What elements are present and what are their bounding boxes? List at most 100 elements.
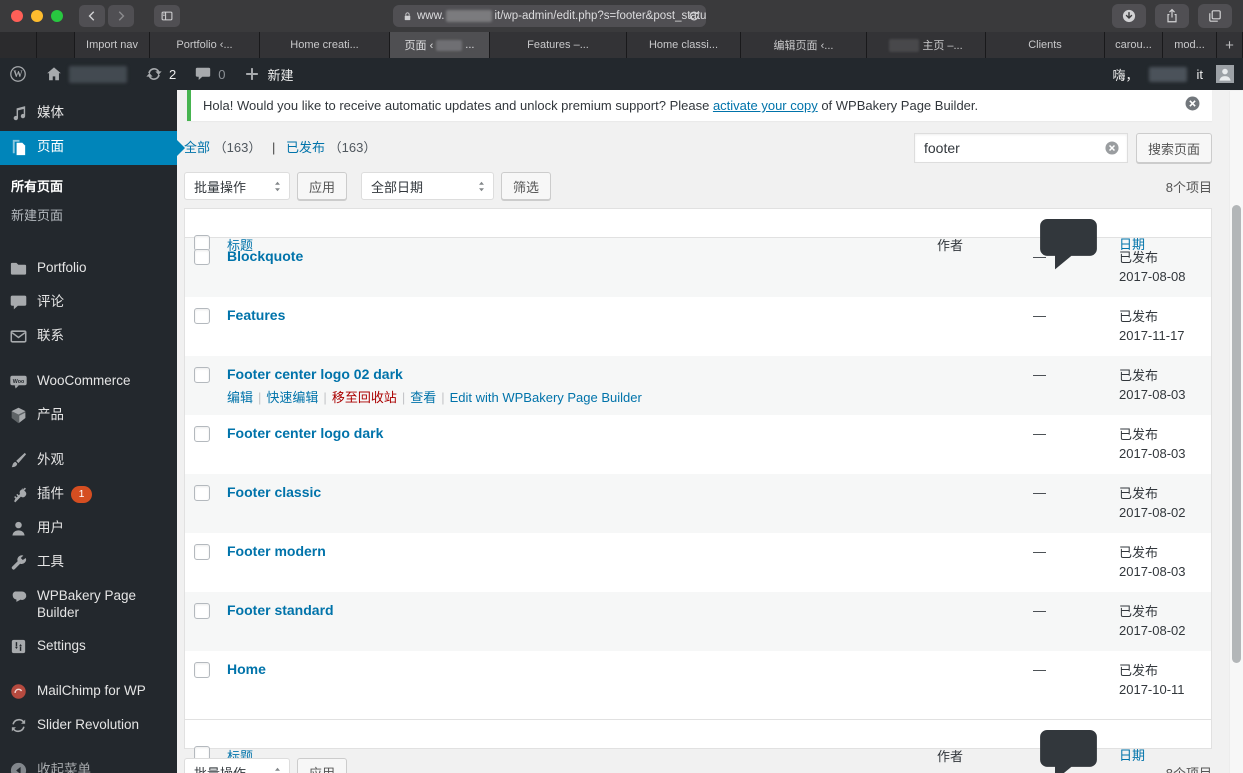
row-checkbox-cell <box>185 238 218 297</box>
share-button[interactable] <box>1155 4 1189 28</box>
minimize-window-button[interactable] <box>31 10 43 22</box>
browser-tab[interactable]: mod... <box>1163 32 1217 58</box>
date-filter-select[interactable]: 全部日期 <box>361 172 495 200</box>
sidebar-item-slider-revolution[interactable]: Slider Revolution <box>0 709 177 743</box>
sidebar-subitem[interactable]: 所有页面 <box>11 171 177 200</box>
zoom-window-button[interactable] <box>51 10 63 22</box>
browser-tab[interactable]: 页面 ‹... <box>390 32 490 58</box>
bulk-actions-select[interactable]: 批量操作 <box>184 172 290 200</box>
row-checkbox[interactable] <box>194 662 210 678</box>
row-checkbox[interactable] <box>194 249 210 265</box>
browser-tab[interactable]: Import nav <box>75 32 150 58</box>
browser-tab[interactable]: Features –... <box>490 32 627 58</box>
slider-rev-icon <box>9 716 28 735</box>
clear-search-icon[interactable] <box>1104 140 1120 156</box>
sidebar-item-wpbakery[interactable]: WPBakery Page Builder <box>0 580 177 630</box>
publish-status: 已发布 <box>1119 368 1159 383</box>
envelope-icon <box>9 327 28 346</box>
sidebar-item-users[interactable]: 用户 <box>0 512 177 546</box>
browser-tab[interactable]: Home creati... <box>260 32 390 58</box>
filter-published-link[interactable]: 已发布 <box>286 140 325 155</box>
sidebar-item-tools[interactable]: 工具 <box>0 546 177 580</box>
browser-tab[interactable]: 主页 –... <box>867 32 986 58</box>
browser-tab[interactable] <box>0 32 37 58</box>
sidebar-item-woocommerce[interactable]: Woo WooCommerce <box>0 365 177 399</box>
activate-copy-link[interactable]: activate your copy <box>713 98 818 113</box>
row-checkbox[interactable] <box>194 426 210 442</box>
browser-tab[interactable]: Home classi... <box>627 32 741 58</box>
browser-tab[interactable]: Clients <box>986 32 1105 58</box>
new-content-menu[interactable]: 新建 <box>234 58 302 90</box>
sidebar-item-products[interactable]: 产品 <box>0 399 177 433</box>
reload-icon[interactable] <box>687 9 701 23</box>
browser-tab[interactable]: Portfolio ‹... <box>150 32 260 58</box>
page-title-link[interactable]: Footer center logo dark <box>227 425 383 441</box>
sidebar-item-pages[interactable]: 页面 <box>0 131 185 165</box>
page-title-link[interactable]: Features <box>227 307 285 323</box>
sidebar-subitem[interactable]: 新建页面 <box>11 200 177 229</box>
sidebar-item-plugins[interactable]: 插件 1 <box>0 478 177 512</box>
sidebar-item-settings[interactable]: Settings <box>0 630 177 664</box>
search-pages-button[interactable]: 搜索页面 <box>1135 133 1212 163</box>
action-separator: | <box>441 390 445 405</box>
page-title-link[interactable]: Footer classic <box>227 484 321 500</box>
row-checkbox-cell <box>185 592 218 651</box>
sidebar-item-appearance[interactable]: 外观 <box>0 444 177 478</box>
row-action-link[interactable]: Edit with WPBakery Page Builder <box>450 390 642 405</box>
sidebar-item-collapse[interactable]: 收起菜单 <box>0 754 177 773</box>
forward-button[interactable] <box>108 5 134 27</box>
tab-overview-button[interactable] <box>1198 4 1232 28</box>
browser-tab[interactable] <box>37 32 75 58</box>
page-title-link[interactable]: Footer modern <box>227 543 326 559</box>
page-title-link[interactable]: Footer standard <box>227 602 334 618</box>
new-content-label: 新建 <box>267 67 294 83</box>
table-row: Footer classic — 已发布 2017-08-02 <box>185 474 1211 533</box>
sidebar-item-contact[interactable]: 联系 <box>0 320 177 354</box>
filter-all-link[interactable]: 全部 <box>184 140 210 155</box>
row-actions: 编辑 | 快速编辑 | 移至回收站 | 查看 | Edit with WPBakery Page… <box>227 387 929 406</box>
downloads-button[interactable] <box>1112 4 1146 28</box>
sidebar-item-mailchimp[interactable]: MailChimp for WP <box>0 675 177 709</box>
sliders-icon <box>9 637 28 656</box>
apply-button-bottom[interactable]: 应用 <box>297 758 348 773</box>
row-checkbox[interactable] <box>194 544 210 560</box>
bulk-actions-select-bottom[interactable]: 批量操作 <box>184 758 290 773</box>
sidebar-item-label: 收起菜单 <box>37 761 91 773</box>
sidebar-item-comments[interactable]: 评论 <box>0 286 177 320</box>
search-input[interactable] <box>913 133 1128 163</box>
row-date-cell: 已发布 2017-08-02 <box>1104 474 1211 533</box>
page-title-link[interactable]: Blockquote <box>227 248 303 264</box>
filter-button[interactable]: 筛选 <box>501 172 552 200</box>
row-checkbox[interactable] <box>194 308 210 324</box>
row-checkbox-cell <box>185 297 218 356</box>
sidebar-item-portfolio[interactable]: Portfolio <box>0 252 177 286</box>
page-title-link[interactable]: Home <box>227 661 266 677</box>
scrollbar-thumb[interactable] <box>1232 205 1241 663</box>
row-action-link[interactable]: 编辑 <box>227 390 253 405</box>
page-title-link[interactable]: Footer center logo 02 dark <box>227 366 403 382</box>
my-account-menu[interactable]: 嗨， it <box>1103 58 1243 90</box>
row-checkbox[interactable] <box>194 367 210 383</box>
back-button[interactable] <box>79 5 105 27</box>
comments-menu[interactable]: 0 <box>185 58 234 90</box>
browser-tab[interactable]: carou... <box>1105 32 1163 58</box>
sort-by-date-link[interactable]: 日期 <box>1119 748 1145 763</box>
address-bar[interactable]: www. it/wp-admin/edit.php?s=footer&post_… <box>393 5 706 27</box>
updates-menu[interactable]: 2 <box>136 58 185 90</box>
browser-new-tab-button[interactable]: + <box>1217 32 1243 58</box>
row-checkbox[interactable] <box>194 603 210 619</box>
close-window-button[interactable] <box>11 10 23 22</box>
row-action-link[interactable]: 快速编辑 <box>266 390 318 405</box>
browser-sidebar-toggle-button[interactable] <box>154 5 180 27</box>
sidebar-item-media[interactable]: 媒体 <box>0 97 177 131</box>
plug-icon <box>9 485 28 504</box>
row-title-cell: Footer standard <box>218 592 929 651</box>
browser-tab[interactable]: 编辑页面 ‹... <box>741 32 867 58</box>
row-action-link[interactable]: 查看 <box>410 390 436 405</box>
site-name-menu[interactable] <box>36 58 136 90</box>
row-checkbox[interactable] <box>194 485 210 501</box>
apply-button[interactable]: 应用 <box>297 172 348 200</box>
dismiss-notice-button[interactable] <box>1184 95 1201 112</box>
wp-logo-menu[interactable]: W <box>0 58 36 90</box>
row-action-link[interactable]: 移至回收站 <box>332 390 397 405</box>
